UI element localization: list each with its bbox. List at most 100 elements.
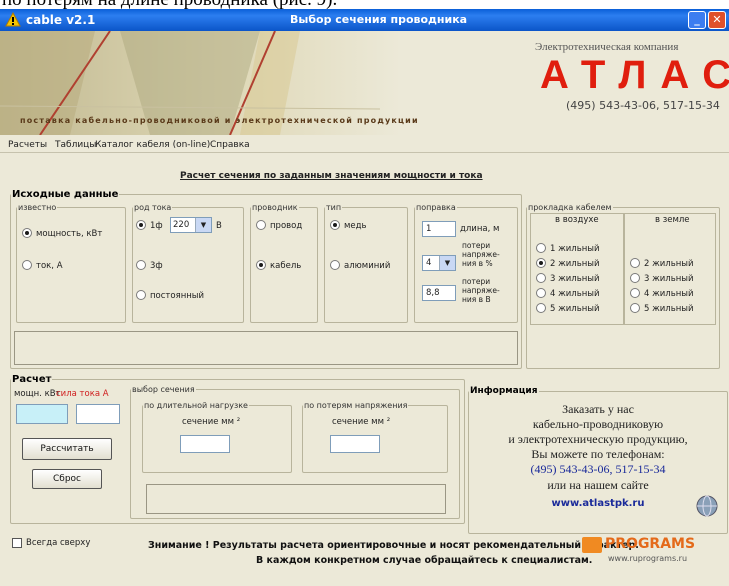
menu-cable-catalog[interactable]: Каталог кабеля (on-line) bbox=[95, 140, 210, 150]
brand-url: www.ruprograms.ru bbox=[608, 554, 688, 563]
current-input[interactable] bbox=[76, 404, 120, 424]
calculate-button[interactable]: Рассчитать bbox=[22, 438, 112, 460]
correction-legend: поправка bbox=[416, 203, 456, 212]
conductor-cable-label: кабель bbox=[270, 261, 302, 271]
current-1ph-label: 1ф bbox=[150, 221, 163, 231]
loss-pct-select[interactable]: 4 ▼ bbox=[422, 255, 456, 271]
long-load-section-output bbox=[180, 435, 230, 453]
app-window: cable v2.1 Выбор сечения проводника _ ✕ … bbox=[0, 9, 729, 586]
chevron-down-icon[interactable]: ▼ bbox=[195, 218, 211, 232]
info-line-1: Заказать у нас bbox=[562, 402, 634, 416]
menu-tables[interactable]: Таблицы bbox=[55, 140, 96, 150]
voltage-value: 220 bbox=[173, 220, 190, 230]
loss-pct-label: потери напряже-ния в % bbox=[462, 241, 500, 268]
menu-bar: Расчеты Таблицы Каталог кабеля (on-line)… bbox=[0, 137, 729, 153]
brand-name: PROGRAMS bbox=[605, 536, 696, 552]
material-aluminum-label: алюминий bbox=[344, 261, 391, 271]
air-4-label: 4 жильный bbox=[550, 289, 600, 299]
ground-2-label: 2 жильный bbox=[644, 259, 694, 269]
air-1-radio[interactable] bbox=[536, 243, 546, 253]
length-input[interactable]: 1 bbox=[422, 221, 456, 237]
known-power-label: мощность, кВт bbox=[36, 229, 103, 239]
ground-2-radio[interactable] bbox=[630, 258, 640, 268]
section-choice-legend: выбор сечения bbox=[132, 385, 195, 394]
ground-5-radio[interactable] bbox=[630, 303, 640, 313]
air-3-radio[interactable] bbox=[536, 273, 546, 283]
source-status-box bbox=[14, 331, 518, 365]
voltage-unit: В bbox=[216, 221, 222, 231]
result-box bbox=[146, 484, 446, 514]
reset-button[interactable]: Сброс bbox=[32, 469, 102, 489]
always-on-top-label: Всегда сверху bbox=[26, 538, 91, 548]
loss-v-value: 8,8 bbox=[426, 288, 440, 298]
loss-v-input[interactable]: 8,8 bbox=[422, 285, 456, 301]
info-site-link[interactable]: www.atlastpk.ru bbox=[468, 498, 728, 509]
current-type-legend: род тока bbox=[134, 203, 172, 212]
ru-programs-icon bbox=[582, 537, 602, 553]
banner-phone: (495) 543-43-06, 517-15-34 bbox=[566, 99, 720, 112]
air-label: в воздухе bbox=[555, 215, 599, 225]
info-phones: (495) 543-43-06, 517-15-34 bbox=[530, 462, 666, 476]
window-title: Выбор сечения проводника bbox=[290, 13, 468, 26]
length-label: длина, м bbox=[460, 224, 500, 234]
air-5-radio[interactable] bbox=[536, 303, 546, 313]
calc-heading: Расчет сечения по заданным значениям мощ… bbox=[180, 171, 483, 181]
air-2-radio[interactable] bbox=[536, 258, 546, 268]
info-line-3: и электротехническую продукцию, bbox=[508, 432, 688, 446]
close-button[interactable]: ✕ bbox=[708, 11, 726, 29]
ground-label: в земле bbox=[655, 215, 690, 225]
info-line-2: кабельно-проводниковую bbox=[532, 417, 664, 431]
current-1ph-radio[interactable] bbox=[136, 220, 146, 230]
ground-4-radio[interactable] bbox=[630, 288, 640, 298]
current-dc-radio[interactable] bbox=[136, 290, 146, 300]
info-or-site: или на нашем сайте bbox=[547, 478, 649, 492]
power-label: мощн. кВт bbox=[14, 389, 61, 399]
air-4-radio[interactable] bbox=[536, 288, 546, 298]
current-3ph-radio[interactable] bbox=[136, 260, 146, 270]
ground-3-radio[interactable] bbox=[630, 273, 640, 283]
company-logo: АТЛАС bbox=[540, 53, 729, 97]
known-legend: известно bbox=[18, 203, 57, 212]
length-value: 1 bbox=[426, 224, 432, 234]
title-bar[interactable]: cable v2.1 Выбор сечения проводника _ ✕ bbox=[0, 9, 729, 31]
known-current-label: ток, А bbox=[36, 261, 63, 271]
banner-strip: поставка кабельно-проводниковой и электр… bbox=[20, 116, 419, 125]
material-copper-radio[interactable] bbox=[330, 220, 340, 230]
menu-calculations[interactable]: Расчеты bbox=[8, 140, 47, 150]
material-copper-label: медь bbox=[344, 221, 367, 231]
banner: Электротехническая компания АТЛАС (495) … bbox=[0, 31, 729, 135]
always-on-top-checkbox[interactable] bbox=[12, 538, 22, 548]
menu-help[interactable]: Справка bbox=[210, 140, 250, 150]
warning-line-1: Знимание ! Результаты расчета ориентиров… bbox=[148, 540, 639, 551]
calc-legend: Расчет bbox=[12, 374, 52, 385]
conductor-legend: проводник bbox=[252, 203, 298, 212]
long-load-legend: по длительной нагрузке bbox=[144, 401, 248, 410]
info-legend: Информация bbox=[470, 386, 538, 396]
voltage-select[interactable]: 220 ▼ bbox=[170, 217, 212, 233]
long-load-section-label: сечение мм ² bbox=[182, 417, 241, 427]
material-aluminum-radio[interactable] bbox=[330, 260, 340, 270]
air-5-label: 5 жильный bbox=[550, 304, 600, 314]
loss-v-label: потери напряже-ния в В bbox=[462, 277, 500, 304]
conductor-wire-label: провод bbox=[270, 221, 303, 231]
current-label: сила тока А bbox=[56, 389, 109, 399]
chevron-down-icon[interactable]: ▼ bbox=[439, 256, 455, 270]
loss-pct-value: 4 bbox=[426, 258, 432, 268]
current-3ph-label: 3ф bbox=[150, 261, 163, 271]
globe-icon bbox=[696, 495, 718, 517]
known-power-radio[interactable] bbox=[22, 228, 32, 238]
material-legend: тип bbox=[326, 203, 342, 212]
minimize-button[interactable]: _ bbox=[688, 11, 706, 29]
warning-triangle-icon bbox=[5, 12, 21, 27]
power-input[interactable] bbox=[16, 404, 68, 424]
conductor-cable-radio[interactable] bbox=[256, 260, 266, 270]
ground-5-label: 5 жильный bbox=[644, 304, 694, 314]
app-name: cable v2.1 bbox=[26, 13, 96, 27]
ground-3-label: 3 жильный bbox=[644, 274, 694, 284]
ground-4-label: 4 жильный bbox=[644, 289, 694, 299]
air-2-label: 2 жильный bbox=[550, 259, 600, 269]
warning-line-2: В каждом конкретном случае обращайтесь к… bbox=[256, 555, 593, 566]
company-tagline: Электротехническая компания bbox=[535, 41, 679, 53]
known-current-radio[interactable] bbox=[22, 260, 32, 270]
conductor-wire-radio[interactable] bbox=[256, 220, 266, 230]
